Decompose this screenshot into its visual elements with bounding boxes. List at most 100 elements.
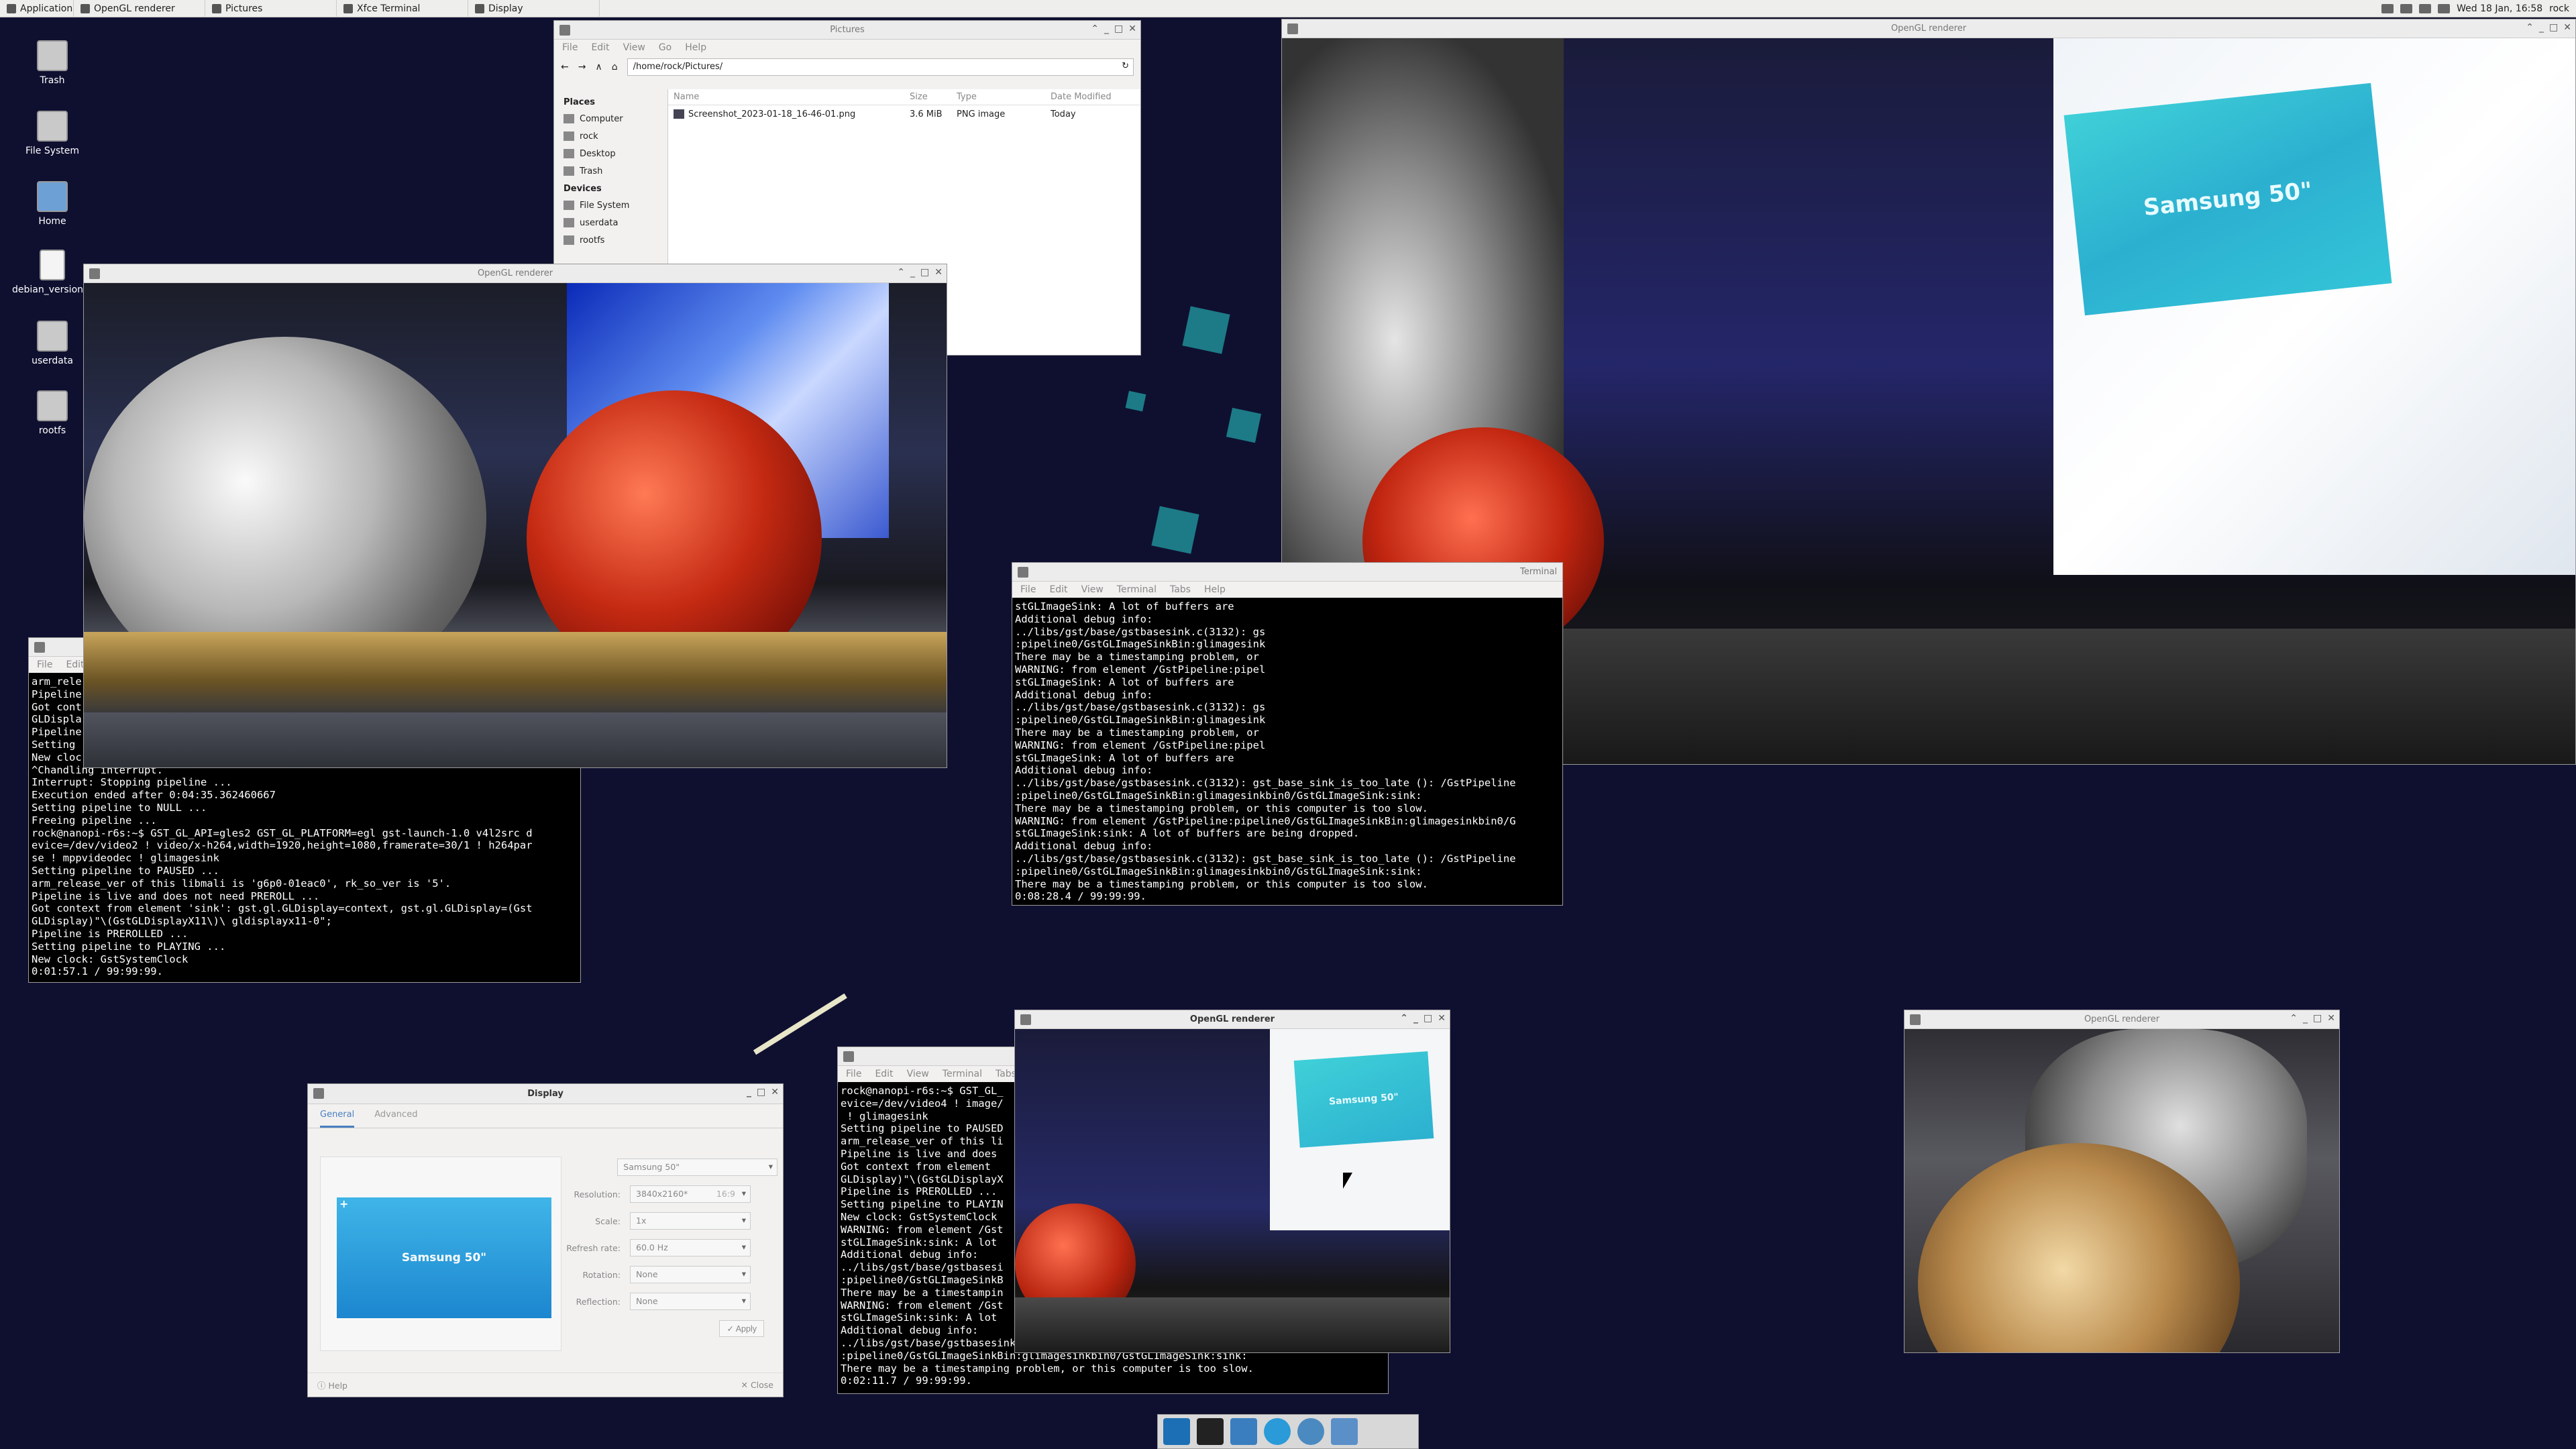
task-terminal[interactable]: Xfce Terminal: [337, 0, 468, 17]
sidebar-item-computer[interactable]: Computer: [564, 110, 658, 127]
app-finder-icon[interactable]: [1297, 1418, 1324, 1445]
menu-view[interactable]: View: [1081, 584, 1104, 595]
tab-general[interactable]: General: [320, 1110, 355, 1128]
minimize-button[interactable]: _: [1413, 1013, 1418, 1024]
monitor-select[interactable]: Samsung 50": [617, 1159, 777, 1176]
close-button[interactable]: ✕: [1438, 1013, 1446, 1024]
help-button[interactable]: ⓘ Help: [317, 1379, 347, 1391]
sidebar-item-trash[interactable]: Trash: [564, 162, 658, 180]
shade-button[interactable]: ⌃: [897, 267, 905, 278]
close-button[interactable]: ✕: [934, 267, 943, 278]
menu-view[interactable]: View: [907, 1069, 929, 1079]
minimize-icon[interactable]: ⌃: [1091, 23, 1099, 34]
desktop-icon-filesystem[interactable]: File System: [12, 111, 93, 156]
menu-edit[interactable]: Edit: [875, 1069, 893, 1079]
title-bar[interactable]: Terminal: [1012, 563, 1562, 582]
monitor-tile[interactable]: Samsung 50" +: [337, 1197, 551, 1318]
web-browser-icon[interactable]: [1264, 1418, 1291, 1445]
task-opengl-renderer[interactable]: OpenGL renderer: [74, 0, 205, 17]
desktop-icon-trash[interactable]: Trash: [12, 40, 93, 86]
menu-file[interactable]: File: [1020, 584, 1036, 595]
minimize-button[interactable]: _: [2539, 22, 2544, 33]
title-bar[interactable]: OpenGL renderer ⌃ _ □ ✕: [84, 264, 947, 283]
maximize-button[interactable]: □: [2549, 22, 2558, 33]
show-desktop-icon[interactable]: [1163, 1418, 1190, 1445]
menu-terminal[interactable]: Terminal: [1117, 584, 1157, 595]
applications-menu[interactable]: Applications: [0, 0, 74, 17]
close-button[interactable]: ✕: [2563, 22, 2571, 33]
menu-view[interactable]: View: [623, 42, 645, 53]
shade-button[interactable]: ⌃: [2290, 1013, 2298, 1024]
column-type[interactable]: Type: [957, 92, 1051, 102]
file-row[interactable]: Screenshot_2023-01-18_16-46-01.png 3.6 M…: [668, 105, 1140, 123]
minimize-button[interactable]: _: [2303, 1013, 2308, 1024]
menu-tabs[interactable]: Tabs: [996, 1069, 1016, 1079]
maximize-button[interactable]: □: [2313, 1013, 2322, 1024]
rotation-select[interactable]: None: [630, 1266, 751, 1283]
close-button[interactable]: ✕: [2327, 1013, 2335, 1024]
menu-file[interactable]: File: [846, 1069, 861, 1079]
menu-terminal[interactable]: Terminal: [943, 1069, 982, 1079]
title-bar[interactable]: OpenGL renderer ⌃ _ □ ✕: [1282, 19, 2575, 38]
sidebar-item-desktop[interactable]: Desktop: [564, 145, 658, 162]
maximize-button[interactable]: □: [1424, 1013, 1432, 1024]
title-bar[interactable]: Pictures ⌃ _ □ ✕: [554, 21, 1140, 40]
title-bar[interactable]: OpenGL renderer ⌃ _ □ ✕: [1015, 1010, 1450, 1029]
desktop-icon-debian-version[interactable]: debian_version.txt: [12, 250, 99, 295]
volume-icon[interactable]: [2419, 4, 2432, 13]
close-button[interactable]: ✕: [1128, 23, 1136, 34]
close-dialog-button[interactable]: ✕ Close: [741, 1380, 773, 1390]
column-size[interactable]: Size: [910, 92, 957, 102]
resolution-select[interactable]: 3840x2160* 16:9: [630, 1185, 751, 1203]
maximize-button[interactable]: □: [920, 267, 929, 278]
title-bar[interactable]: Display _ □ ✕: [308, 1084, 783, 1104]
menu-edit[interactable]: Edit: [591, 42, 609, 53]
menu-help[interactable]: Help: [685, 42, 706, 53]
tab-advanced[interactable]: Advanced: [374, 1110, 417, 1128]
maximize-button[interactable]: □: [1114, 23, 1123, 34]
apply-button[interactable]: ✓ Apply: [719, 1320, 764, 1337]
file-manager-icon[interactable]: [1230, 1418, 1257, 1445]
column-date[interactable]: Date Modified: [1051, 92, 1112, 102]
close-button[interactable]: ✕: [771, 1087, 779, 1097]
menu-edit[interactable]: Edit: [1049, 584, 1067, 595]
desktop-icon-home[interactable]: Home: [12, 181, 93, 227]
network-icon[interactable]: [2400, 4, 2413, 13]
menu-help[interactable]: Help: [1204, 584, 1226, 595]
menu-edit[interactable]: Edit: [66, 659, 84, 670]
back-arrow-icon[interactable]: ←: [561, 62, 569, 72]
menu-go[interactable]: Go: [659, 42, 672, 53]
forward-arrow-icon[interactable]: →: [578, 62, 586, 72]
terminal-output[interactable]: stGLImageSink: A lot of buffers are Addi…: [1012, 599, 1562, 905]
sidebar-item-filesystem[interactable]: File System: [564, 197, 658, 214]
sidebar-item-rootfs[interactable]: rootfs: [564, 231, 658, 249]
workspace-switcher[interactable]: [2381, 4, 2394, 13]
minimize-button[interactable]: _: [747, 1087, 751, 1097]
desktop-icon-userdata[interactable]: userdata: [12, 321, 93, 366]
refresh-rate-select[interactable]: 60.0 Hz: [630, 1239, 751, 1256]
task-pictures[interactable]: Pictures: [205, 0, 337, 17]
sidebar-item-rock[interactable]: rock: [564, 127, 658, 145]
menu-tabs[interactable]: Tabs: [1170, 584, 1191, 595]
minimize-button[interactable]: _: [910, 267, 915, 278]
reflection-select[interactable]: None: [630, 1293, 751, 1310]
menu-file[interactable]: File: [562, 42, 578, 53]
home-icon[interactable]: ⌂: [612, 62, 618, 72]
shade-button[interactable]: ⌃: [2526, 22, 2534, 33]
terminal-icon[interactable]: [1197, 1418, 1224, 1445]
maximize-button[interactable]: □: [757, 1087, 765, 1097]
title-bar[interactable]: OpenGL renderer ⌃ _ □ ✕: [1904, 1010, 2339, 1029]
shade-button[interactable]: ⌃: [1400, 1013, 1408, 1024]
menu-file[interactable]: File: [37, 659, 52, 670]
reload-icon[interactable]: ↻: [1122, 61, 1129, 71]
scale-select[interactable]: 1x: [630, 1212, 751, 1230]
up-arrow-icon[interactable]: ∧: [595, 62, 602, 72]
sidebar-item-userdata[interactable]: userdata: [564, 214, 658, 231]
notification-icon[interactable]: [2438, 4, 2451, 13]
user-menu[interactable]: rock: [2549, 3, 2569, 14]
minimize-button[interactable]: _: [1104, 23, 1109, 34]
folder-icon[interactable]: [1331, 1418, 1358, 1445]
desktop-icon-rootfs[interactable]: rootfs: [12, 390, 93, 436]
column-name[interactable]: Name: [668, 92, 910, 102]
task-display[interactable]: Display: [468, 0, 600, 17]
